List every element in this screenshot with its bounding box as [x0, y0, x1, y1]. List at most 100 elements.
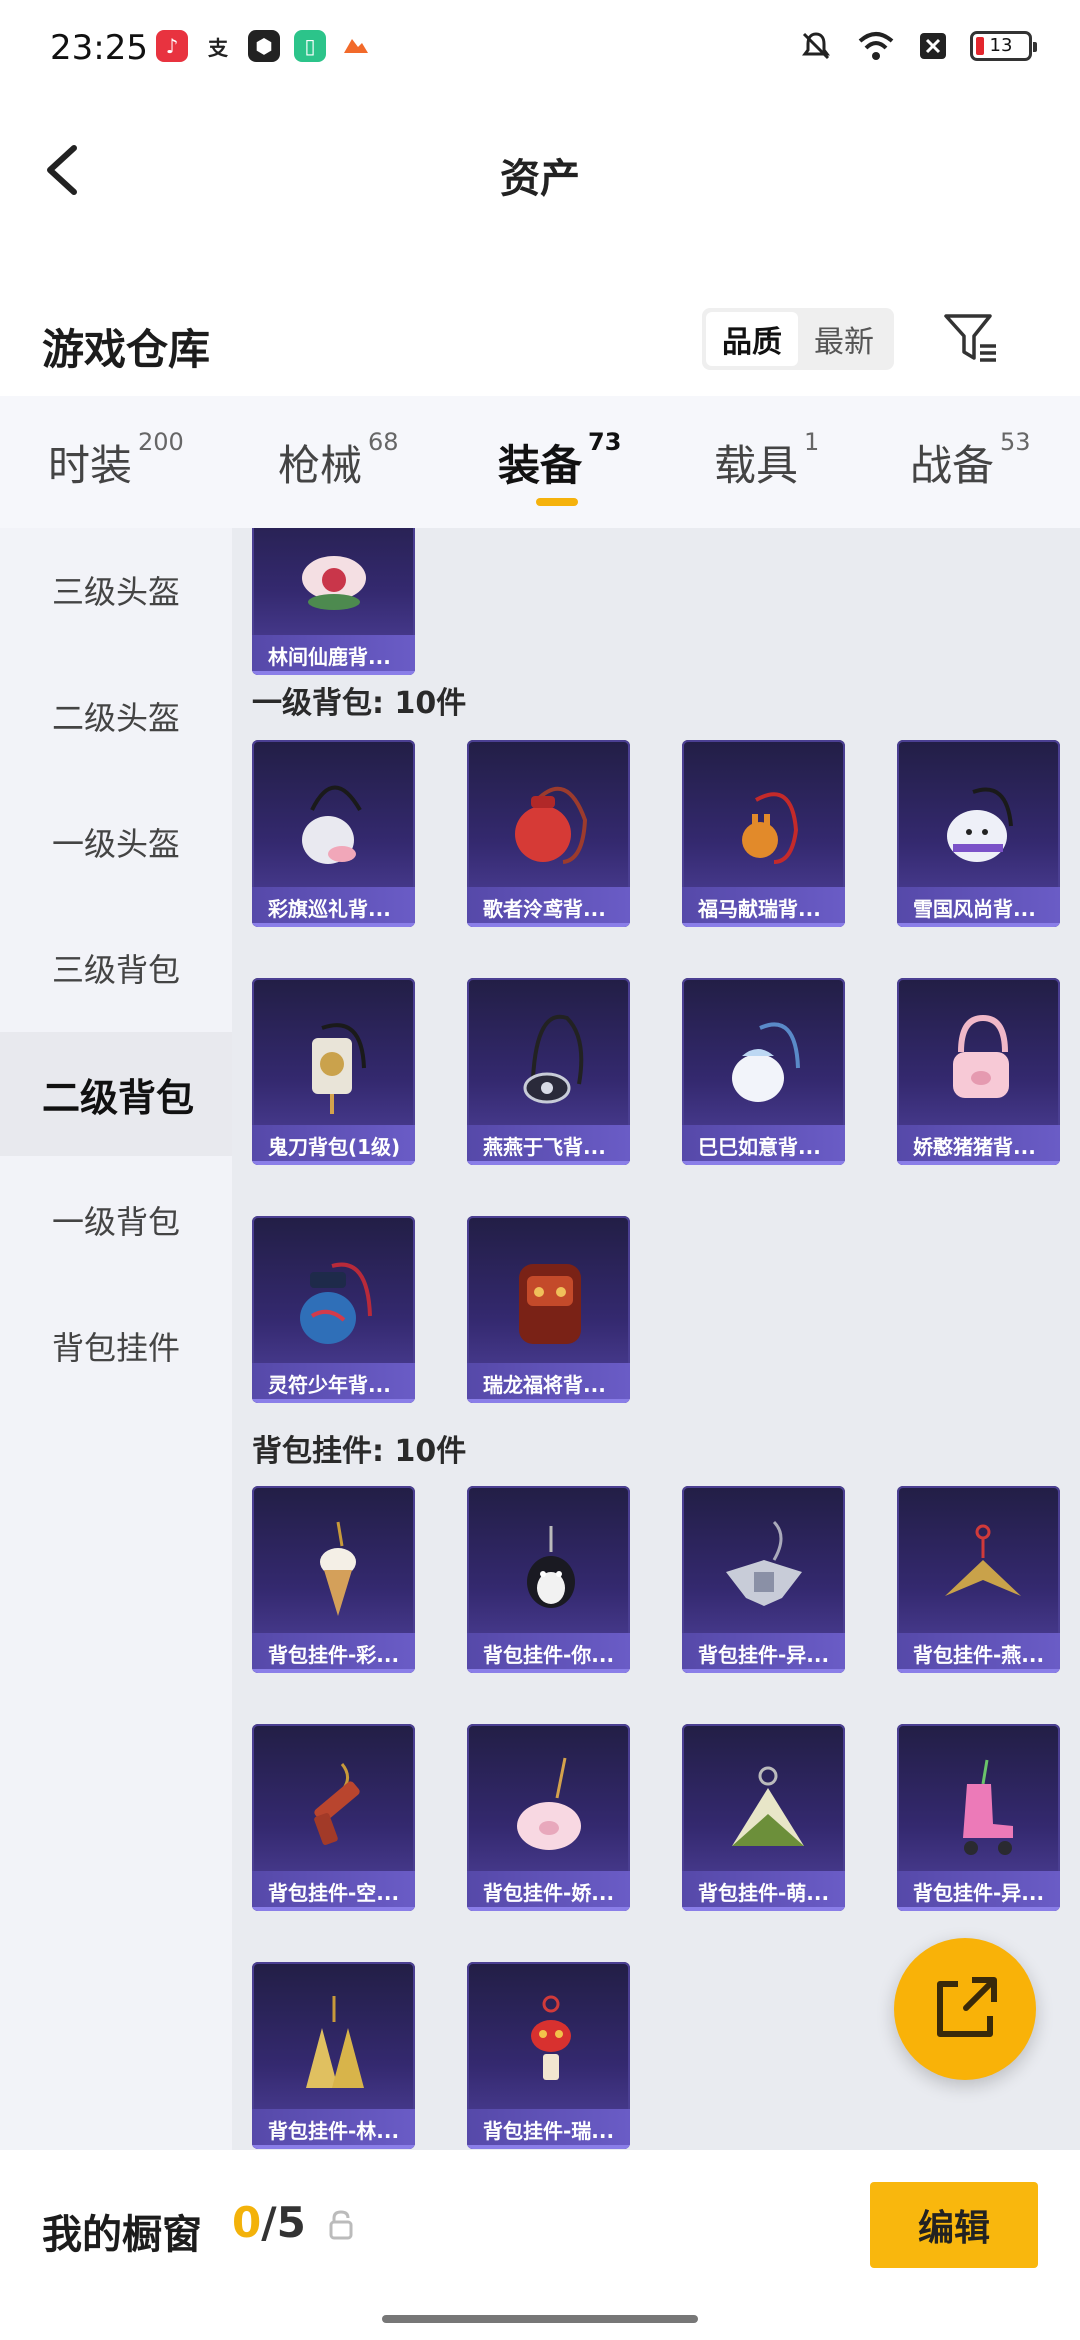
pig-backpack-icon — [953, 1014, 1009, 1098]
sidebar-item-level1-backpack[interactable]: 一级背包 — [0, 1158, 232, 1282]
item-card[interactable]: 背包挂件-异... — [682, 1486, 845, 1673]
item-card[interactable]: 娇憨猪猪背... — [897, 978, 1060, 1165]
item-rarity-bar — [897, 1907, 1060, 1911]
item-card[interactable]: 巳巳如意背... — [682, 978, 845, 1165]
status-right-icons: 13 — [798, 28, 1037, 64]
item-label: 福马献瑞背... — [682, 887, 845, 927]
item-card[interactable]: 林间仙鹿背... — [252, 528, 415, 675]
item-label: 彩旗巡礼背... — [252, 887, 415, 927]
item-rarity-bar — [467, 2145, 630, 2149]
zongzi-charm-icon — [732, 1766, 804, 1846]
item-label: 雪国风尚背... — [897, 887, 1060, 927]
battery-indicator: 13 — [970, 31, 1037, 61]
sidebar-item-level3-backpack[interactable]: 三级背包 — [0, 906, 232, 1030]
penguin-charm-icon — [527, 1526, 575, 1608]
item-card[interactable]: 背包挂件-萌... — [682, 1724, 845, 1911]
active-tab-indicator — [536, 498, 578, 506]
snow-backpack-icon — [947, 787, 1013, 862]
item-label: 背包挂件-萌... — [682, 1871, 845, 1911]
item-card[interactable]: 瑞龙福将背... — [467, 1216, 630, 1403]
sidebar-item-backpack-charm[interactable]: 背包挂件 — [0, 1284, 232, 1408]
tab-fashion[interactable]: 时装 200 — [48, 428, 184, 493]
item-label: 林间仙鹿背... — [252, 635, 415, 675]
item-card[interactable]: 背包挂件-林... — [252, 1962, 415, 2149]
item-card[interactable]: 鬼刀背包(1级) — [252, 978, 415, 1165]
item-rarity-bar — [467, 1669, 630, 1673]
item-rarity-bar — [682, 1907, 845, 1911]
sim-off-icon — [920, 33, 946, 59]
wing-emblem-charm-icon — [726, 1520, 802, 1606]
item-label: 歌者泠鸢背... — [467, 887, 630, 927]
sidebar-item-level3-helmet[interactable]: 三级头盔 — [0, 528, 232, 652]
category-tabs: 时装 200 枪械 68 装备 73 载具 1 战备 53 — [0, 396, 1080, 528]
item-rarity-bar — [252, 671, 415, 675]
item-card[interactable]: 背包挂件-空... — [252, 1724, 415, 1911]
item-label: 背包挂件-娇... — [467, 1871, 630, 1911]
item-grid: 林间仙鹿背... 一级背包: 10件 彩旗巡礼背... 歌者泠鸢背... 福马献… — [232, 528, 1080, 2150]
item-label: 背包挂件-瑞... — [467, 2109, 630, 2149]
blade-backpack-icon — [312, 1023, 366, 1114]
item-card[interactable]: 灵符少年背... — [252, 1216, 415, 1403]
showcase-count: 0/5 — [232, 2198, 306, 2247]
item-card[interactable]: 歌者泠鸢背... — [467, 740, 630, 927]
singer-backpack-icon — [515, 786, 588, 864]
swallow-charm-icon — [945, 1524, 1021, 1596]
tab-firearms[interactable]: 枪械 68 — [278, 428, 399, 493]
flag-backpack-icon — [302, 785, 362, 864]
filter-icon[interactable] — [940, 308, 1002, 370]
item-card[interactable]: 燕燕于飞背... — [467, 978, 630, 1165]
item-card[interactable]: 彩旗巡礼背... — [252, 740, 415, 927]
item-card[interactable]: 背包挂件-燕... — [897, 1486, 1060, 1673]
phone-clean-icon: ▯ — [294, 30, 326, 62]
alipay-icon: 支 — [202, 30, 234, 62]
showcase-title: 我的橱窗 — [42, 2212, 202, 2258]
home-indicator[interactable] — [382, 2315, 698, 2323]
subcategory-sidebar: 三级头盔 二级头盔 一级头盔 三级背包 二级背包 一级背包 背包挂件 — [0, 528, 232, 2150]
tab-equipment[interactable]: 装备 73 — [498, 428, 621, 493]
item-rarity-bar — [467, 1161, 630, 1165]
item-label: 背包挂件-燕... — [897, 1633, 1060, 1673]
item-card[interactable]: 背包挂件-彩... — [252, 1486, 415, 1673]
item-label: 背包挂件-彩... — [252, 1633, 415, 1673]
item-rarity-bar — [252, 2145, 415, 2149]
tab-vehicles[interactable]: 载具 1 — [714, 428, 819, 493]
item-card[interactable]: 背包挂件-瑞... — [467, 1962, 630, 2149]
sort-quality-button[interactable]: 品质 — [706, 312, 798, 366]
item-label: 娇憨猪猪背... — [897, 1125, 1060, 1165]
page-title: 资产 — [500, 156, 580, 202]
horse-backpack-icon — [742, 792, 799, 864]
warehouse-title: 游戏仓库 — [42, 325, 211, 374]
item-label: 鬼刀背包(1级) — [252, 1125, 415, 1165]
item-card[interactable]: 背包挂件-异... — [897, 1724, 1060, 1911]
item-label: 灵符少年背... — [252, 1363, 415, 1403]
item-rarity-bar — [252, 1907, 415, 1911]
sidebar-item-level2-backpack[interactable]: 二级背包 — [0, 1032, 232, 1156]
item-card[interactable]: 背包挂件-娇... — [467, 1724, 630, 1911]
item-label: 燕燕于飞背... — [467, 1125, 630, 1165]
edit-button[interactable]: 编辑 — [870, 2182, 1038, 2268]
item-card[interactable]: 雪国风尚背... — [897, 740, 1060, 927]
pistol-charm-icon — [314, 1763, 360, 1845]
item-label: 背包挂件-空... — [252, 1871, 415, 1911]
sort-latest-button[interactable]: 最新 — [798, 312, 890, 366]
item-label: 背包挂件-异... — [682, 1633, 845, 1673]
item-label: 巳巳如意背... — [682, 1125, 845, 1165]
sidebar-item-level1-helmet[interactable]: 一级头盔 — [0, 780, 232, 904]
share-fab-button[interactable] — [894, 1938, 1036, 2080]
item-label: 背包挂件-林... — [252, 2109, 415, 2149]
item-label: 背包挂件-异... — [897, 1871, 1060, 1911]
item-card[interactable]: 福马献瑞背... — [682, 740, 845, 927]
tab-supplies[interactable]: 战备 53 — [910, 428, 1031, 493]
top-nav: 资产 — [0, 96, 1080, 246]
sidebar-item-level2-helmet[interactable]: 二级头盔 — [0, 654, 232, 778]
game-app-icon — [340, 30, 372, 62]
status-bar: 23:25 ♪ 支 ⬢ ▯ 13 — [0, 0, 1080, 96]
item-rarity-bar — [467, 923, 630, 927]
ice-cream-charm-icon — [320, 1521, 356, 1616]
sort-toggle: 品质 最新 — [702, 308, 894, 370]
section-title-level1-backpack: 一级背包: 10件 — [252, 686, 467, 721]
item-card[interactable]: 背包挂件-你... — [467, 1486, 630, 1673]
dragon-backpack-icon — [519, 1264, 581, 1344]
item-rarity-bar — [467, 1907, 630, 1911]
item-rarity-bar — [252, 1161, 415, 1165]
